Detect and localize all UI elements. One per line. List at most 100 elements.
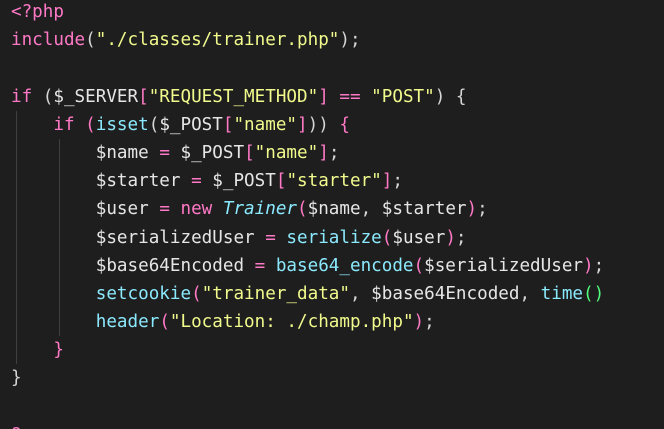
indent-guide bbox=[58, 223, 60, 252]
code-line[interactable] bbox=[11, 54, 604, 82]
code-token: "REQUEST_METHOD" bbox=[148, 86, 319, 107]
code-token: "starter" bbox=[286, 171, 382, 192]
code-token: isset bbox=[95, 114, 149, 135]
code-line[interactable]: <?php bbox=[11, 0, 604, 26]
indent-guide bbox=[16, 336, 18, 365]
code-token: $base64Encoded bbox=[95, 255, 245, 276]
code-token: = bbox=[159, 199, 170, 220]
indent-guide bbox=[16, 279, 18, 309]
indent-guide bbox=[16, 138, 18, 168]
code-line[interactable]: include("./classes/trainer.php"); bbox=[11, 26, 604, 54]
code-token: ) bbox=[583, 255, 594, 276]
code-token: () bbox=[583, 283, 605, 304]
code-token: ); bbox=[339, 30, 361, 51]
code-token: = bbox=[265, 227, 276, 248]
code-token: ( bbox=[32, 86, 54, 107]
code-view[interactable]: <?php include("./classes/trainer.php"); i… bbox=[11, 0, 604, 429]
code-line[interactable]: $serializedUser = serialize($user); bbox=[11, 223, 604, 252]
code-line[interactable]: $starter = $_POST["starter"]; bbox=[11, 167, 604, 196]
code-token: ) { bbox=[434, 86, 467, 107]
code-token: ] bbox=[318, 142, 329, 163]
code-token: } bbox=[53, 340, 64, 361]
code-token: = bbox=[159, 142, 170, 163]
indent-guide bbox=[58, 308, 60, 337]
indent-guide bbox=[16, 195, 18, 224]
code-token: $_POST bbox=[180, 142, 245, 163]
code-token: ( bbox=[159, 312, 170, 333]
code-token: [ bbox=[275, 171, 287, 192]
code-token: ( bbox=[381, 227, 393, 248]
code-line[interactable]: header("Location: ./champ.php"); bbox=[11, 308, 604, 337]
code-token: $name bbox=[95, 142, 149, 163]
code-token: ) bbox=[466, 199, 478, 220]
code-token: ( bbox=[297, 199, 308, 220]
code-token: ( bbox=[148, 114, 160, 135]
code-token: ( bbox=[85, 30, 96, 51]
code-token: ) bbox=[413, 312, 425, 333]
code-token: { bbox=[328, 114, 350, 135]
code-token: ) bbox=[445, 227, 456, 248]
code-token: $base64Encoded bbox=[371, 283, 520, 304]
code-token: ; bbox=[477, 199, 488, 220]
code-token: $starter bbox=[95, 171, 181, 192]
code-line[interactable]: $name = $_POST["name"]; bbox=[11, 138, 604, 168]
code-editor[interactable]: <?php include("./classes/trainer.php"); i… bbox=[0, 0, 664, 429]
code-token: ( bbox=[413, 255, 425, 276]
code-line[interactable]: ?> bbox=[11, 421, 604, 429]
code-token: ?> bbox=[11, 425, 32, 429]
code-token: , bbox=[360, 199, 382, 220]
code-token: header bbox=[95, 312, 160, 333]
code-line[interactable]: $user = new Trainer($name, $starter); bbox=[11, 195, 604, 224]
code-line[interactable]: $base64Encoded = base64_encode($serializ… bbox=[11, 251, 604, 280]
indent-guide bbox=[58, 138, 60, 168]
code-line[interactable]: } bbox=[11, 364, 604, 392]
code-token: base64_encode bbox=[275, 255, 414, 276]
code-line[interactable]: setcookie("trainer_data", $base64Encoded… bbox=[11, 279, 605, 309]
code-line[interactable] bbox=[11, 393, 604, 421]
code-token: if bbox=[11, 86, 33, 107]
indent-guide bbox=[16, 308, 18, 337]
code-token: include bbox=[11, 30, 86, 51]
code-token: [ bbox=[244, 142, 255, 163]
indent-guide bbox=[58, 279, 60, 309]
code-token: ; bbox=[424, 312, 435, 333]
code-token: serialize bbox=[286, 227, 382, 248]
code-token: [ bbox=[222, 114, 234, 135]
code-token: = bbox=[254, 255, 266, 276]
code-token: <?php bbox=[11, 2, 64, 22]
code-token: setcookie bbox=[95, 283, 192, 304]
code-token: , bbox=[349, 283, 372, 304]
code-token: , bbox=[519, 283, 541, 304]
code-token: ; bbox=[328, 142, 340, 163]
indent-guide bbox=[58, 167, 60, 196]
indent-guide bbox=[58, 195, 60, 224]
code-token: ( bbox=[74, 114, 96, 135]
code-line[interactable]: } bbox=[11, 336, 604, 365]
code-line[interactable]: if ($_SERVER["REQUEST_METHOD"] == "POST"… bbox=[11, 83, 604, 111]
code-token: $_SERVER bbox=[53, 86, 139, 107]
code-token: $name bbox=[307, 199, 361, 220]
code-token: time bbox=[540, 283, 584, 304]
code-token: ] bbox=[318, 86, 329, 107]
code-token: $user bbox=[95, 199, 149, 220]
code-token: "./classes/trainer.php" bbox=[95, 30, 340, 51]
code-token: $user bbox=[392, 227, 446, 248]
code-token: $_POST bbox=[159, 114, 223, 135]
code-token: ( bbox=[191, 283, 202, 304]
indent-guide bbox=[16, 110, 18, 139]
indent-guide bbox=[16, 251, 18, 280]
code-token: ] bbox=[381, 171, 393, 192]
code-token: "trainer_data" bbox=[201, 283, 350, 304]
code-line[interactable]: if (isset($_POST["name"])) { bbox=[11, 110, 604, 139]
code-token: = bbox=[191, 171, 202, 192]
